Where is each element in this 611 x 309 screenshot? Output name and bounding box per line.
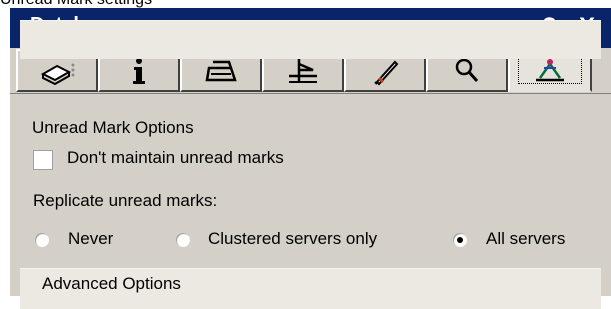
search-icon [455, 58, 479, 82]
section-title-unread[interactable]: Unread Mark Options [32, 118, 194, 138]
radio-never[interactable] [35, 233, 49, 247]
radio-never-label[interactable]: Never [68, 229, 113, 249]
replicate-label: Replicate unread marks: [33, 191, 218, 210]
radio-all-servers[interactable] [453, 233, 467, 247]
radio-clustered[interactable] [176, 233, 190, 247]
dont-maintain-checkbox[interactable] [33, 150, 53, 170]
section-title-advanced[interactable]: Advanced Options [42, 274, 181, 294]
design-icon [289, 58, 317, 83]
info-icon [133, 57, 145, 84]
properties-icon [40, 63, 75, 85]
radio-clustered-label[interactable]: Clustered servers only [208, 229, 377, 249]
dont-maintain-label[interactable]: Don't maintain unread marks [67, 148, 284, 168]
focus-indicator [518, 57, 582, 84]
radio-all-servers-label[interactable]: All servers [486, 229, 565, 249]
rocket-icon [374, 60, 399, 85]
printer-icon [205, 60, 237, 81]
unread-options-header[interactable] [20, 20, 601, 59]
database-properties-panel: Database ? X [10, 8, 611, 309]
